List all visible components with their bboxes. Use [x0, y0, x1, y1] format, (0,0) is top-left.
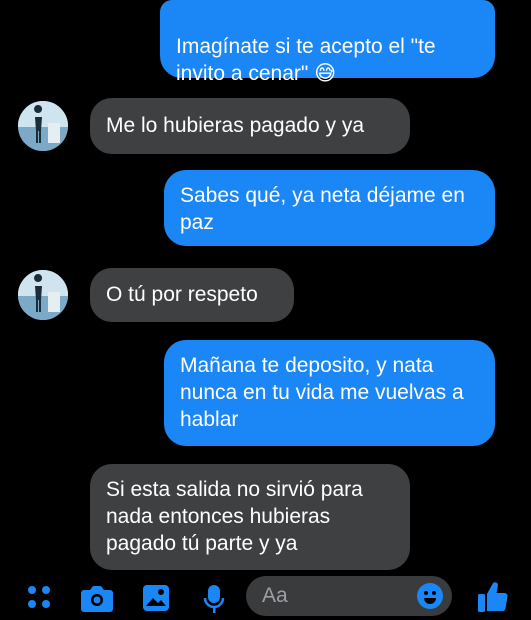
- message-outgoing[interactable]: Sabes qué, ya neta déjame en paz: [164, 170, 495, 246]
- contact-avatar[interactable]: [18, 101, 68, 151]
- like-icon[interactable]: [476, 580, 510, 619]
- microphone-icon[interactable]: [202, 584, 226, 619]
- message-outgoing[interactable]: Mañana te deposito, y nata nunca en tu v…: [164, 340, 495, 446]
- camera-icon[interactable]: [80, 584, 114, 617]
- message-input[interactable]: Aa: [246, 576, 452, 616]
- gallery-icon[interactable]: [142, 584, 170, 617]
- emoji-icon[interactable]: [416, 582, 444, 616]
- menu-dots-icon[interactable]: [26, 584, 52, 615]
- grinning-sweat-emoji: 😅: [314, 62, 337, 85]
- composer-bar: Aa: [0, 572, 531, 620]
- message-incoming[interactable]: O tú por respeto: [90, 268, 294, 322]
- message-incoming[interactable]: Si esta salida no sirvió para nada enton…: [90, 464, 410, 570]
- message-input-placeholder: Aa: [262, 584, 288, 607]
- avatar-photo-icon: [18, 101, 68, 151]
- message-outgoing[interactable]: Imagínate si te acepto el "te invito a c…: [160, 0, 495, 85]
- message-incoming[interactable]: Me lo hubieras pagado y ya: [90, 98, 410, 154]
- contact-avatar[interactable]: [18, 270, 68, 320]
- avatar-photo-icon: [18, 270, 68, 320]
- message-text: Imagínate si te acepto el "te invito a c…: [176, 35, 436, 85]
